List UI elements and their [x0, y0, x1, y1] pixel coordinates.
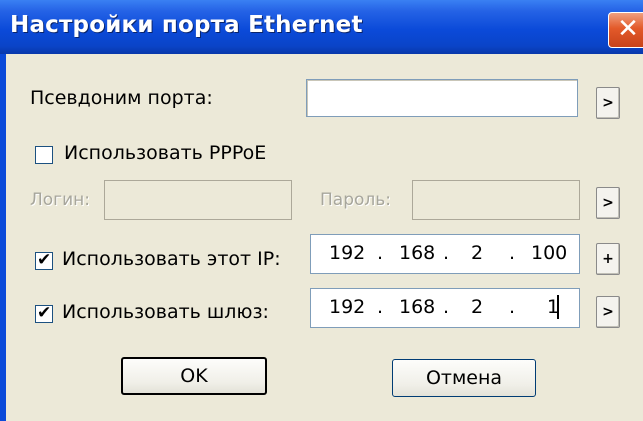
- close-button[interactable]: ✕: [608, 12, 643, 48]
- password-label: Пароль:: [320, 190, 392, 210]
- login-input[interactable]: [105, 181, 291, 219]
- password-more-button[interactable]: >: [596, 187, 620, 219]
- gateway-octet-1[interactable]: 192: [329, 296, 365, 318]
- use-ip-checkbox[interactable]: ✔: [35, 250, 53, 270]
- login-field[interactable]: [104, 180, 292, 220]
- port-alias-more-button[interactable]: >: [596, 87, 620, 119]
- ip-dot: .: [377, 242, 384, 264]
- checkmark-icon: ✔: [37, 250, 52, 270]
- ip-octet-4[interactable]: 100: [531, 242, 567, 264]
- ip-more-button[interactable]: +: [596, 243, 620, 275]
- ip-dot: .: [377, 296, 384, 318]
- ip-octet-2[interactable]: 168: [399, 242, 435, 264]
- password-field[interactable]: [412, 180, 580, 220]
- ethernet-port-settings-dialog: Настройки порта Ethernet ✕ Псевдоним пор…: [0, 0, 643, 421]
- use-gateway-checkbox[interactable]: ✔: [35, 303, 53, 323]
- gateway-more-button[interactable]: >: [596, 296, 620, 328]
- window-title: Настройки порта Ethernet: [10, 12, 363, 38]
- text-caret: [557, 295, 559, 319]
- password-input[interactable]: [413, 181, 579, 219]
- pppoe-label: Использовать PPPoE: [64, 142, 267, 164]
- ip-octet-1[interactable]: 192: [329, 242, 365, 264]
- login-label: Логин:: [30, 190, 91, 210]
- ip-dot: .: [509, 296, 516, 318]
- pppoe-checkbox[interactable]: [35, 146, 53, 164]
- cancel-button[interactable]: Отмена: [392, 359, 536, 397]
- ok-button[interactable]: OK: [121, 357, 267, 395]
- gateway-octet-2[interactable]: 168: [399, 296, 435, 318]
- gateway-octet-3[interactable]: 2: [471, 296, 483, 318]
- window-frame-left: [0, 54, 6, 421]
- port-alias-input[interactable]: [307, 80, 577, 116]
- use-ip-label: Использовать этот IP:: [62, 248, 281, 270]
- checkmark-icon: ✔: [37, 303, 52, 323]
- ip-octet-3[interactable]: 2: [471, 242, 483, 264]
- port-alias-field[interactable]: [306, 79, 578, 117]
- title-bar[interactable]: Настройки порта Ethernet ✕: [0, 0, 643, 54]
- port-alias-label: Псевдоним порта:: [30, 87, 213, 109]
- ip-dot: .: [443, 296, 450, 318]
- ip-dot: .: [509, 242, 516, 264]
- close-icon: ✕: [617, 14, 639, 44]
- ip-dot: .: [443, 242, 450, 264]
- ip-address-field[interactable]: 192 . 168 . 2 . 100: [310, 234, 580, 274]
- gateway-address-field[interactable]: 192 . 168 . 2 . 1: [310, 288, 580, 328]
- use-gateway-label: Использовать шлюз:: [62, 301, 269, 323]
